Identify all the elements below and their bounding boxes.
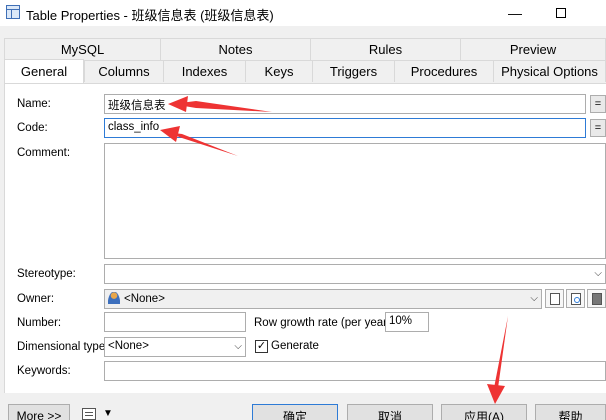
tab-general[interactable]: General — [4, 59, 84, 83]
new-owner-button[interactable] — [545, 289, 564, 308]
stereotype-combo[interactable]: ⌵ — [104, 264, 606, 284]
owner-combo[interactable]: <None> ⌵ — [104, 289, 542, 309]
growth-rate-label: Row growth rate (per year): — [254, 317, 394, 329]
growth-rate-input[interactable]: 10% — [385, 312, 429, 332]
dimensional-type-combo[interactable]: <None> ⌵ — [104, 337, 246, 357]
tab-columns[interactable]: Columns — [84, 60, 164, 82]
number-label: Number: — [17, 317, 62, 329]
ok-button[interactable]: 确定 — [252, 404, 338, 420]
name-equals-button[interactable]: = — [590, 95, 606, 113]
dimensional-type-value: <None> — [108, 340, 149, 352]
more-button[interactable]: More >> — [8, 404, 70, 420]
owner-properties-button[interactable] — [566, 289, 585, 308]
dimensional-type-label: Dimensional type: — [17, 341, 109, 353]
comment-label: Comment: — [17, 147, 71, 159]
chevron-down-icon: ⌵ — [234, 341, 242, 352]
new-document-icon — [549, 292, 560, 305]
title-bar: Table Properties - 班级信息表 (班级信息表) — — [0, 0, 606, 26]
minimize-button[interactable]: — — [492, 0, 538, 26]
minimize-icon: — — [508, 5, 522, 21]
tab-triggers[interactable]: Triggers — [312, 60, 395, 82]
cancel-button[interactable]: 取消 — [347, 404, 433, 420]
generate-checkbox[interactable]: ✓ — [255, 340, 268, 353]
table-icon — [6, 5, 20, 19]
tab-procedures[interactable]: Procedures — [394, 60, 494, 82]
tab-preview[interactable]: Preview — [460, 38, 606, 60]
tab-strip: MySQL Notes Rules Preview General Column… — [0, 38, 606, 84]
keywords-label: Keywords: — [17, 365, 71, 377]
comment-textarea[interactable] — [104, 143, 606, 259]
tab-keys[interactable]: Keys — [245, 60, 313, 82]
generate-label: Generate — [271, 340, 319, 352]
help-button[interactable]: 帮助 — [535, 404, 606, 420]
maximize-button[interactable] — [538, 0, 584, 26]
code-label: Code: — [17, 122, 48, 134]
owner-value: <None> — [124, 293, 165, 305]
tab-rules[interactable]: Rules — [310, 38, 461, 60]
stereotype-label: Stereotype: — [17, 268, 76, 280]
apply-button[interactable]: 应用(A) — [441, 404, 527, 420]
name-input[interactable]: 班级信息表 — [104, 94, 586, 114]
owner-select-button[interactable] — [587, 289, 606, 308]
window-title: Table Properties - 班级信息表 (班级信息表) — [26, 8, 274, 23]
maximize-icon — [556, 8, 566, 18]
code-equals-button[interactable]: = — [590, 119, 606, 137]
properties-icon — [570, 292, 581, 305]
list-menu-icon[interactable] — [82, 408, 96, 420]
code-input[interactable]: class_info — [104, 118, 586, 138]
tab-indexes[interactable]: Indexes — [163, 60, 246, 82]
name-label: Name: — [17, 98, 51, 110]
number-input[interactable] — [104, 312, 246, 332]
caret-down-icon[interactable]: ▼ — [103, 408, 113, 419]
select-object-icon — [591, 292, 602, 305]
chevron-down-icon: ⌵ — [594, 268, 602, 279]
chevron-down-icon: ⌵ — [530, 293, 538, 304]
owner-label: Owner: — [17, 293, 55, 305]
tab-mysql[interactable]: MySQL — [4, 38, 161, 60]
user-icon — [108, 292, 120, 304]
keywords-input[interactable] — [104, 361, 606, 381]
tab-physical-options[interactable]: Physical Options — [493, 60, 606, 82]
tab-notes[interactable]: Notes — [160, 38, 311, 60]
